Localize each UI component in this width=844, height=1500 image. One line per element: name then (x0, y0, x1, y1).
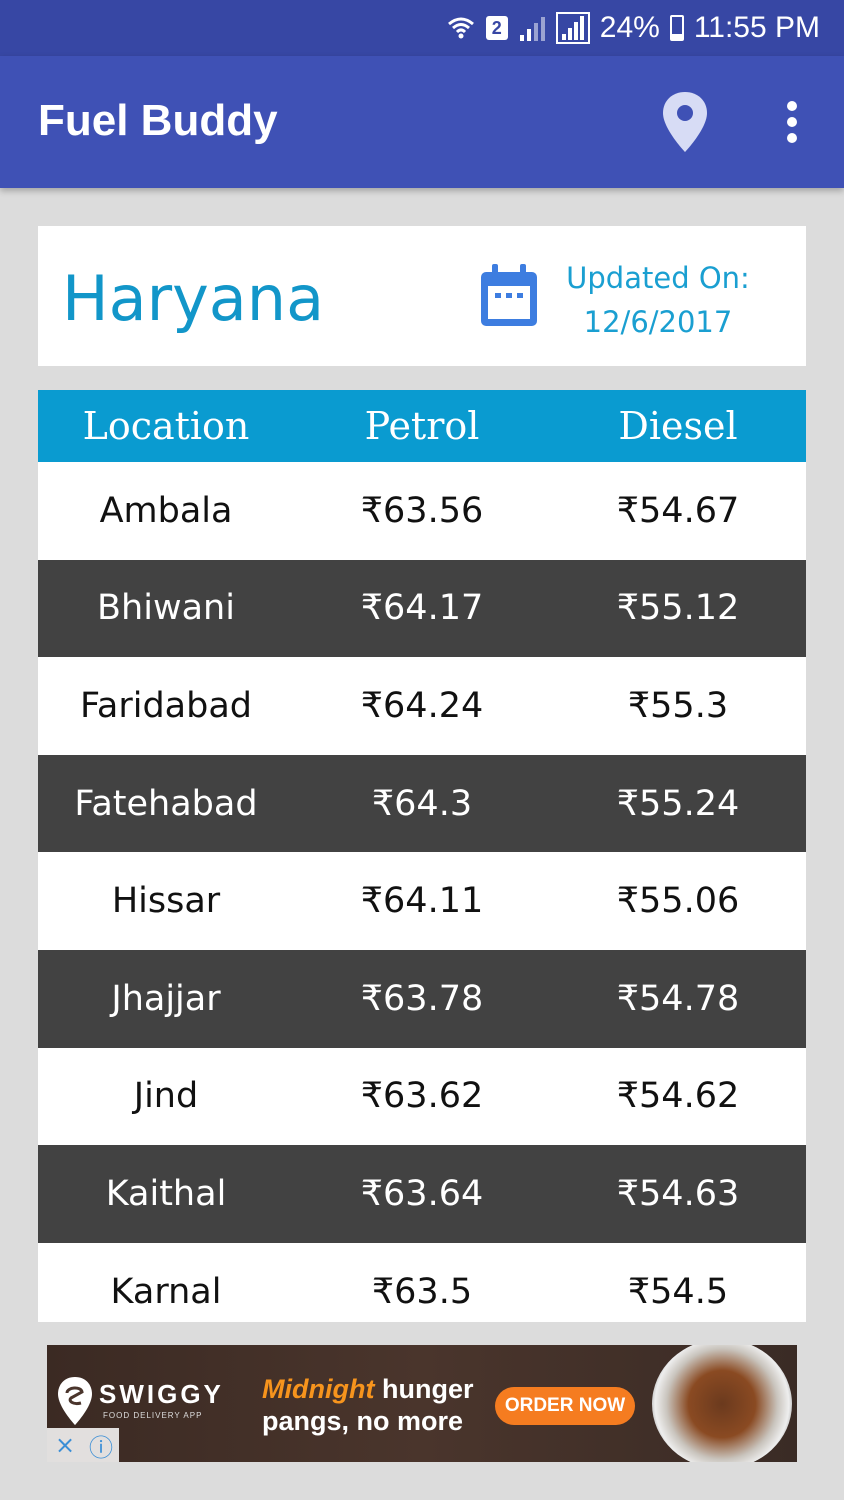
more-vert-icon[interactable] (770, 92, 814, 154)
cell-diesel: ₹54.67 (616, 490, 740, 531)
cell-location: Kaithal (105, 1173, 227, 1214)
ad-brand-sub: FOOD DELIVERY APP (103, 1411, 203, 1420)
cell-petrol: ₹63.56 (360, 490, 484, 531)
location-pin-icon[interactable] (656, 88, 714, 156)
battery-icon (669, 15, 684, 41)
calendar-icon[interactable] (478, 262, 540, 328)
ad-headline: Midnight hunger pangs, no more (262, 1373, 473, 1437)
table-row[interactable]: Faridabad ₹64.24 ₹55.3 (38, 657, 806, 755)
cell-petrol: ₹63.5 (371, 1271, 473, 1312)
ad-controls: × ⓘ (47, 1428, 119, 1462)
cell-petrol: ₹64.11 (360, 881, 484, 922)
state-name: Haryana (62, 262, 325, 335)
table-row[interactable]: Bhiwani ₹64.17 ₹55.12 (38, 559, 806, 658)
cell-location: Jhajjar (111, 978, 221, 1019)
cell-location: Ambala (99, 490, 233, 531)
cell-diesel: ₹54.5 (627, 1271, 729, 1312)
swiggy-logo-icon (55, 1375, 95, 1427)
cell-petrol: ₹64.24 (360, 685, 484, 726)
cell-location: Faridabad (79, 685, 253, 726)
cell-petrol: ₹64.17 (360, 588, 484, 629)
app-title: Fuel Buddy (38, 96, 278, 145)
order-now-button[interactable]: ORDER NOW (495, 1387, 635, 1425)
cell-diesel: ₹55.24 (616, 783, 740, 824)
table-row[interactable]: Hissar ₹64.11 ₹55.06 (38, 852, 806, 950)
cell-diesel: ₹55.06 (616, 881, 740, 922)
sim-badge-icon: 2 (485, 16, 508, 40)
cell-petrol: ₹63.62 (360, 1076, 484, 1117)
column-header-petrol: Petrol (364, 404, 480, 448)
status-bar: 2 24% 11:55 PM (0, 0, 844, 56)
updated-label: Updated On: (566, 261, 750, 295)
table-row[interactable]: Jind ₹63.62 ₹54.62 (38, 1047, 806, 1146)
ad-brand: SWIGGY (99, 1379, 224, 1409)
ad-banner[interactable]: SWIGGY FOOD DELIVERY APP Midnight hunger… (47, 1345, 797, 1462)
updated-date: 12/6/2017 (583, 305, 733, 339)
cell-diesel: ₹55.12 (616, 588, 740, 629)
table-row[interactable]: Karnal ₹63.5 ₹54.5 (38, 1242, 806, 1322)
food-bowl-image (652, 1345, 792, 1462)
ad-headline-rest: hunger (381, 1374, 474, 1404)
column-header-location: Location (82, 404, 250, 448)
cell-diesel: ₹54.78 (616, 978, 740, 1019)
ad-headline-highlight: Midnight (262, 1374, 375, 1404)
cell-location: Hissar (111, 881, 221, 922)
info-icon[interactable]: ⓘ (83, 1428, 119, 1462)
cell-diesel: ₹55.3 (627, 685, 729, 726)
cell-location: Fatehabad (74, 783, 258, 824)
cell-diesel: ₹54.63 (616, 1173, 740, 1214)
ad-headline-line2: pangs, no more (262, 1406, 464, 1436)
table-row[interactable]: Fatehabad ₹64.3 ₹55.24 (38, 754, 806, 853)
table-row[interactable]: Jhajjar ₹63.78 ₹54.78 (38, 949, 806, 1048)
battery-percent: 24% (599, 11, 660, 44)
cell-petrol: ₹63.78 (360, 978, 484, 1019)
cell-location: Bhiwani (97, 588, 235, 629)
signal-icon (518, 13, 546, 43)
fuel-price-table: Location Petrol Diesel Ambala ₹63.56 ₹54… (38, 390, 806, 1322)
cell-location: Jind (133, 1076, 199, 1117)
app-bar: Fuel Buddy (0, 56, 844, 188)
column-header-diesel: Diesel (618, 404, 738, 448)
state-header-card: Haryana Updated On: 12/6/2017 (38, 226, 806, 366)
cell-location: Karnal (110, 1271, 222, 1312)
cell-petrol: ₹63.64 (360, 1173, 484, 1214)
cell-petrol: ₹64.3 (371, 783, 473, 824)
table-row[interactable]: Kaithal ₹63.64 ₹54.63 (38, 1145, 806, 1243)
table-row[interactable]: Ambala ₹63.56 ₹54.67 (38, 462, 806, 560)
signal-icon (555, 12, 590, 44)
cell-diesel: ₹54.62 (616, 1076, 740, 1117)
close-icon[interactable]: × (47, 1428, 83, 1462)
updated-on-block: Updated On: 12/6/2017 (558, 256, 758, 344)
table-header: Location Petrol Diesel (38, 390, 806, 462)
wifi-icon (446, 13, 476, 43)
clock: 11:55 PM (693, 11, 820, 44)
